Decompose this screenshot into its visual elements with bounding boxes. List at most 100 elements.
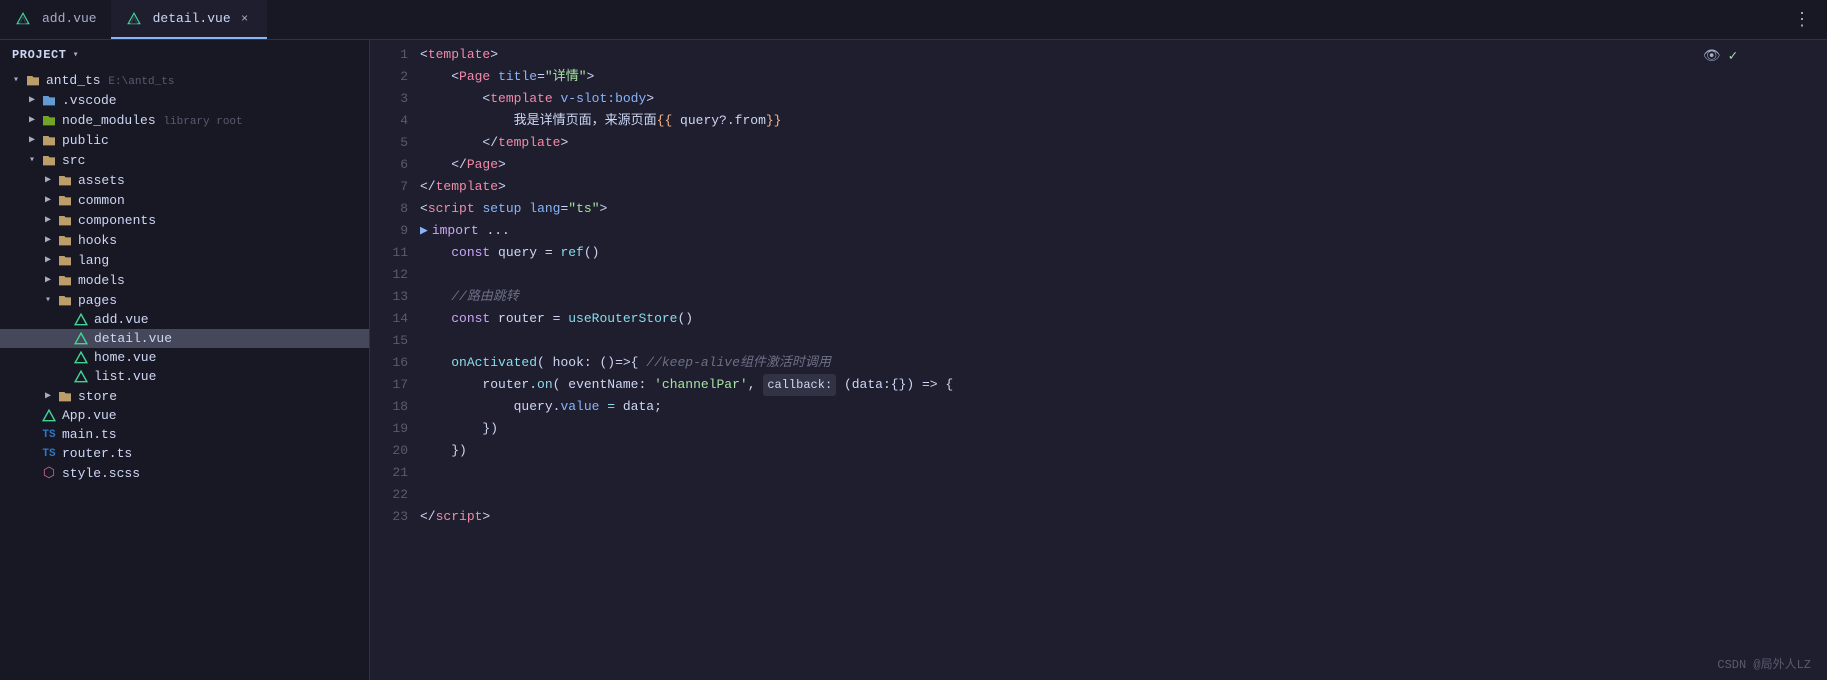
top-bar: add.vue detail.vue × ⋮ [0, 0, 1827, 40]
line-num-5: 5 [382, 132, 408, 154]
tree-item-list-vue[interactable]: list.vue [0, 367, 369, 386]
tree-item-home-vue[interactable]: home.vue [0, 348, 369, 367]
line-numbers: 1 2 3 4 5 6 7 8 9 11 12 13 14 15 16 17 1… [370, 44, 420, 680]
token [420, 132, 482, 154]
line-num-14: 14 [382, 308, 408, 330]
tab-detail-label: detail.vue [153, 11, 231, 26]
tree-item-antd-ts[interactable]: ▾ antd_ts E:\antd_ts [0, 70, 369, 90]
chevron-components: ▶ [40, 214, 56, 226]
collapse-arrow[interactable]: ▶ [420, 220, 428, 242]
token [475, 198, 483, 220]
token: < [420, 44, 428, 66]
more-options-icon[interactable]: ⋮ [1793, 9, 1811, 31]
token: Page [459, 66, 490, 88]
token: const [451, 242, 490, 264]
vue-icon-home [72, 351, 90, 365]
tree-item-add-vue[interactable]: add.vue [0, 310, 369, 329]
tab-add-vue[interactable]: add.vue [0, 0, 111, 39]
ts-icon-main: TS [40, 429, 58, 441]
token [420, 66, 451, 88]
code-container[interactable]: 1 2 3 4 5 6 7 8 9 11 12 13 14 15 16 17 1… [370, 40, 1827, 680]
tree-item-lang[interactable]: ▶ lang [0, 250, 369, 270]
vue-icon-detail [125, 12, 143, 26]
vue-icon [14, 12, 32, 26]
code-line-11: const query = ref() [420, 242, 1807, 264]
ts-icon-router: TS [40, 448, 58, 460]
tab-detail-vue[interactable]: detail.vue × [111, 0, 267, 39]
vscode-label: .vscode [62, 93, 369, 108]
tree-item-router-ts[interactable]: TS router.ts [0, 444, 369, 463]
tree-item-vscode[interactable]: ▶ .vscode [0, 90, 369, 110]
token: }) [451, 440, 467, 462]
token: setup [482, 198, 521, 220]
token: lang [529, 198, 560, 220]
tree-item-node-modules[interactable]: ▶ node_modules library root [0, 110, 369, 130]
token [420, 286, 451, 308]
line-num-15: 15 [382, 330, 408, 352]
code-line-23: </script> [420, 506, 1807, 528]
token [521, 198, 529, 220]
chevron-models: ▶ [40, 274, 56, 286]
code-line-4: 我是详情页面，来源页面{{ query?.from}} [420, 110, 1807, 132]
antd-ts-label: antd_ts E:\antd_ts [46, 73, 369, 88]
token [420, 242, 451, 264]
token: < [420, 198, 428, 220]
code-line-1: <template> [420, 44, 1807, 66]
editor-area: 👁 ✓ 1 2 3 4 5 6 7 8 9 11 12 13 14 15 16 [370, 40, 1827, 680]
token: title [498, 66, 537, 88]
tree-item-models[interactable]: ▶ models [0, 270, 369, 290]
token: </ [420, 176, 436, 198]
token: , [748, 374, 764, 396]
vue-icon-detail-tree [72, 332, 90, 346]
line-num-20: 20 [382, 440, 408, 462]
tree-item-main-ts[interactable]: TS main.ts [0, 425, 369, 444]
token: ( [537, 352, 545, 374]
checkmark-icon[interactable]: ✓ [1729, 48, 1737, 65]
chevron-hooks: ▶ [40, 234, 56, 246]
tree-item-common[interactable]: ▶ common [0, 190, 369, 210]
folder-icon-public [40, 132, 58, 148]
line-num-4: 4 [382, 110, 408, 132]
vue-icon-app [40, 409, 58, 423]
sidebar: Project ▾ ▾ antd_ts E:\antd_ts ▶ .vscode… [0, 40, 370, 680]
chevron-store: ▶ [40, 390, 56, 402]
token: </ [420, 506, 436, 528]
token [420, 154, 451, 176]
token: const [451, 308, 490, 330]
token: </ [482, 132, 498, 154]
tree-item-style-scss[interactable]: ⬡ style.scss [0, 463, 369, 484]
eye-icon[interactable]: 👁 [1703, 48, 1721, 65]
main-content: Project ▾ ▾ antd_ts E:\antd_ts ▶ .vscode… [0, 40, 1827, 680]
folder-icon-store [56, 388, 74, 404]
project-chevron: ▾ [73, 49, 80, 61]
line-num-11: 11 [382, 242, 408, 264]
tree-item-hooks[interactable]: ▶ hooks [0, 230, 369, 250]
tree-item-components[interactable]: ▶ components [0, 210, 369, 230]
tree-item-assets[interactable]: ▶ assets [0, 170, 369, 190]
tree-item-public[interactable]: ▶ public [0, 130, 369, 150]
folder-icon-src [40, 152, 58, 168]
code-lines[interactable]: <template> <Page title="详情"> <template v… [420, 44, 1827, 680]
token: template [428, 44, 490, 66]
tree-item-src[interactable]: ▾ src [0, 150, 369, 170]
tree-item-store[interactable]: ▶ store [0, 386, 369, 406]
tree-item-detail-vue[interactable]: detail.vue [0, 329, 369, 348]
chevron-pages: ▾ [40, 294, 56, 306]
sidebar-header[interactable]: Project ▾ [0, 40, 369, 70]
tree-item-app-vue[interactable]: App.vue [0, 406, 369, 425]
token [420, 352, 451, 374]
folder-icon-lang [56, 252, 74, 268]
code-line-6: </Page> [420, 154, 1807, 176]
token: {{ [657, 110, 673, 132]
watermark-text: CSDN @局外人LZ [1717, 658, 1811, 672]
pages-label: pages [78, 293, 369, 308]
line-num-2: 2 [382, 66, 408, 88]
token: </ [451, 154, 467, 176]
tree-item-pages[interactable]: ▾ pages [0, 290, 369, 310]
token: < [482, 88, 490, 110]
token [490, 66, 498, 88]
token: = [560, 198, 568, 220]
tab-close-button[interactable]: × [237, 11, 253, 27]
chevron-vscode: ▶ [24, 94, 40, 106]
code-line-3: <template v-slot:body> [420, 88, 1807, 110]
